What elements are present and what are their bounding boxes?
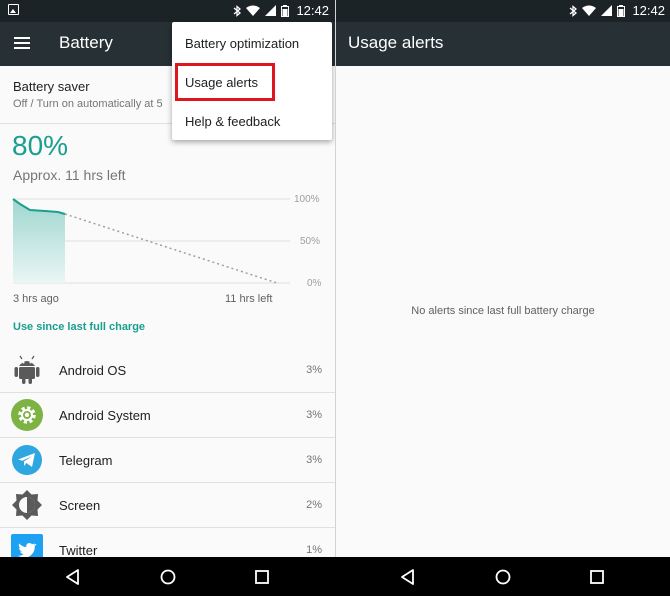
app-usage-percent: 2% [306,499,322,511]
list-item[interactable]: Screen 2% [0,483,335,528]
telegram-icon [12,445,42,475]
twitter-icon [11,534,43,557]
battery-saver-subtitle: Off / Turn on automatically at 5 [13,98,163,110]
usage-alerts-toolbar: Usage alerts [336,22,670,66]
status-icons: 12:42 [233,3,329,18]
y-label-100: 100% [294,194,320,205]
back-icon[interactable] [64,568,82,586]
battery-projection-line [64,213,278,284]
app-name: Telegram [59,453,113,468]
battery-icon [281,4,290,17]
empty-state-message: No alerts since last full battery charge [411,305,595,317]
battery-icon [617,4,626,17]
x-label-start: 3 hrs ago [13,293,59,305]
battery-screen: 12:42 Battery Battery saver Off / Turn o… [0,0,335,557]
gallery-notification-icon [8,4,19,15]
screenshot-root: 12:42 Battery Battery saver Off / Turn o… [0,0,670,596]
menu-item-help-feedback[interactable]: Help & feedback [185,114,280,129]
app-usage-percent: 1% [306,544,322,556]
battery-history-chart: 100% 50% 0% 3 hrs ago 11 hrs left [0,190,335,310]
status-bar: 12:42 [336,0,670,22]
list-item[interactable]: Twitter 1% [0,528,335,557]
bluetooth-icon [570,4,578,17]
wifi-icon [246,5,261,16]
app-name: Android OS [59,363,127,378]
app-name: Android System [59,408,151,423]
battery-percentage: 80% [12,130,69,161]
x-label-end: 11 hrs left [225,293,273,305]
battery-saver-title: Battery saver [13,79,90,94]
back-icon[interactable] [399,568,417,586]
page-title: Usage alerts [348,33,444,52]
highlight-box [175,63,275,101]
wifi-icon [582,5,597,16]
menu-icon[interactable] [14,37,30,49]
usage-section-header: Use since last full charge [13,321,146,333]
signal-icon [265,5,277,16]
list-item[interactable]: Android OS 3% [0,348,335,393]
recents-icon[interactable] [588,568,606,586]
app-usage-percent: 3% [306,454,322,466]
y-label-0: 0% [307,278,322,289]
status-bar: 12:42 [0,0,335,22]
status-time: 12:42 [296,3,329,18]
time-remaining: Approx. 11 hrs left [13,167,126,183]
page-title: Battery [59,33,113,52]
list-item[interactable]: Telegram 3% [0,438,335,483]
app-name: Twitter [59,543,98,557]
navigation-bar [0,557,670,596]
bluetooth-icon [234,4,242,17]
menu-item-battery-optimization[interactable]: Battery optimization [185,36,299,51]
y-label-50: 50% [300,236,321,247]
settings-gear-icon [11,399,43,431]
android-icon [14,355,40,384]
status-time: 12:42 [632,3,665,18]
brightness-icon [12,490,42,520]
status-icons: 12:42 [569,3,665,18]
home-icon[interactable] [494,568,512,586]
signal-icon [601,5,613,16]
app-usage-percent: 3% [306,364,322,376]
app-name: Screen [59,498,101,513]
home-icon[interactable] [159,568,177,586]
usage-alerts-screen: 12:42 Usage alerts No alerts since last … [336,0,670,557]
battery-chart-svg [12,198,290,284]
recents-icon[interactable] [253,568,271,586]
list-item[interactable]: Android System 3% [0,393,335,438]
app-usage-percent: 3% [306,409,322,421]
app-usage-list: Android OS 3% Android System 3% Telegram… [0,348,335,557]
